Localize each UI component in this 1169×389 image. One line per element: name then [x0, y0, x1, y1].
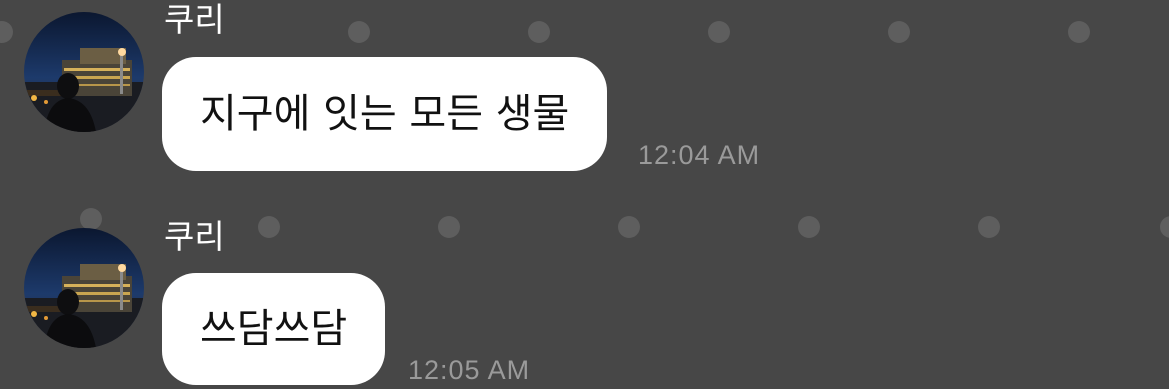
background-dot [618, 216, 640, 238]
profile-photo [24, 228, 144, 348]
sender-name: 쿠리 [164, 0, 225, 39]
background-dot [348, 21, 370, 43]
background-dot [528, 21, 550, 43]
background-dot [708, 21, 730, 43]
message-timestamp: 12:05 AM [408, 355, 531, 385]
background-dot [798, 216, 820, 238]
avatar[interactable] [24, 228, 144, 348]
profile-photo [24, 12, 144, 132]
background-dot [1160, 216, 1169, 238]
message-bubble[interactable]: 쓰담쓰담 [162, 273, 386, 385]
background-dot [0, 21, 13, 43]
background-dot [80, 208, 102, 230]
background-dot [438, 216, 460, 238]
background-dot [1068, 21, 1090, 43]
background-dot [888, 21, 910, 43]
message-timestamp: 12:04 AM [638, 140, 761, 170]
sender-name: 쿠리 [164, 217, 225, 256]
avatar[interactable] [24, 12, 144, 132]
background-dot [978, 216, 1000, 238]
background-dot [258, 216, 280, 238]
message-bubble[interactable]: 지구에 잇는 모든 생물 [162, 57, 608, 171]
